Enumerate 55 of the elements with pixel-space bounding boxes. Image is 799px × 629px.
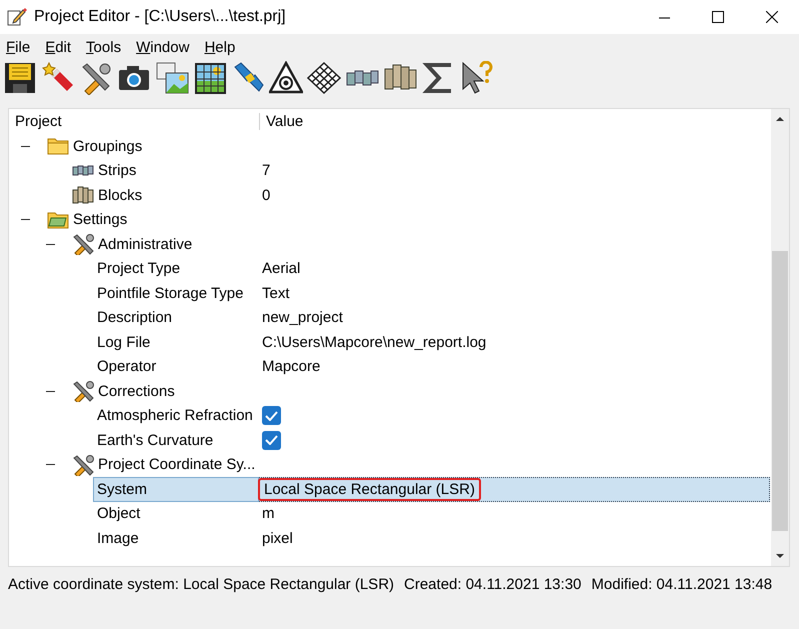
- scroll-down-icon[interactable]: [775, 552, 785, 560]
- value-text: Text: [262, 284, 290, 302]
- tree-item[interactable]: System: [93, 477, 259, 502]
- tree-item[interactable]: Project Type: [97, 260, 180, 278]
- status-text: Created: 04.11.2021 13:30: [404, 576, 582, 593]
- close-icon[interactable]: [766, 11, 778, 23]
- menu-item[interactable]: Edit: [45, 38, 72, 56]
- tree-item[interactable]: Pointfile Storage Type: [97, 284, 244, 302]
- image-icon[interactable]: [155, 61, 189, 95]
- tree-item[interactable]: Operator: [97, 358, 156, 376]
- blocks-icon: [72, 184, 94, 206]
- tree-item[interactable]: Strips: [98, 162, 136, 180]
- tree-item[interactable]: Log File: [97, 334, 150, 351]
- app-icon: [6, 7, 28, 27]
- status-text: Modified: 04.11.2021 13:48: [591, 576, 772, 593]
- menu-item[interactable]: Tools: [86, 38, 122, 56]
- menu-item[interactable]: File: [6, 38, 30, 56]
- tree-item[interactable]: Corrections: [98, 382, 175, 400]
- value-text: m: [262, 505, 274, 522]
- maximize-icon[interactable]: [712, 11, 724, 23]
- tools-icon: [72, 233, 94, 256]
- checkbox[interactable]: [262, 430, 281, 450]
- tree-item[interactable]: Description: [97, 309, 172, 326]
- tree-item[interactable]: Project Coordinate Sy...: [98, 456, 256, 474]
- value-text: pixel: [262, 530, 293, 547]
- value-text: Aerial: [262, 260, 300, 278]
- menu-item[interactable]: Window: [136, 38, 190, 56]
- scrollbar[interactable]: [771, 109, 789, 566]
- value-text: 0: [262, 186, 270, 204]
- tree-item[interactable]: Blocks: [98, 186, 142, 204]
- window-title: Project Editor - [C:\Users\...\test.prj]: [34, 8, 286, 26]
- value-text: 7: [262, 162, 270, 180]
- scroll-up-icon[interactable]: [775, 115, 785, 123]
- tree-item[interactable]: Object: [97, 505, 140, 522]
- save-icon[interactable]: [3, 61, 37, 95]
- menu-item[interactable]: Help: [204, 38, 236, 56]
- tree-item[interactable]: Atmospheric Refraction: [97, 407, 253, 424]
- tree-item[interactable]: Earth's Curvature: [97, 432, 214, 449]
- tree-item[interactable]: Groupings: [73, 138, 142, 155]
- value-text: C:\Users\Mapcore\new_report.log: [262, 334, 486, 351]
- value-text: Local Space Rectangular (LSR): [264, 480, 475, 498]
- tree-item[interactable]: Administrative: [98, 236, 192, 253]
- tree-item[interactable]: Settings: [73, 211, 128, 228]
- tools-icon: [72, 454, 94, 476]
- column-header[interactable]: Value: [260, 113, 304, 130]
- column-header[interactable]: Project: [9, 113, 260, 130]
- status-text: Active coordinate system: Local Space Rectangular (LSR): [8, 576, 394, 593]
- value-text: Mapcore: [262, 358, 320, 376]
- grid-icon[interactable]: [307, 61, 341, 95]
- triangle-icon[interactable]: [269, 61, 303, 95]
- checkbox[interactable]: [262, 406, 281, 426]
- value-text: new_project: [262, 309, 343, 326]
- tools-icon: [72, 380, 94, 402]
- tree-item[interactable]: Image: [97, 530, 139, 547]
- grid-image-icon[interactable]: [193, 61, 227, 95]
